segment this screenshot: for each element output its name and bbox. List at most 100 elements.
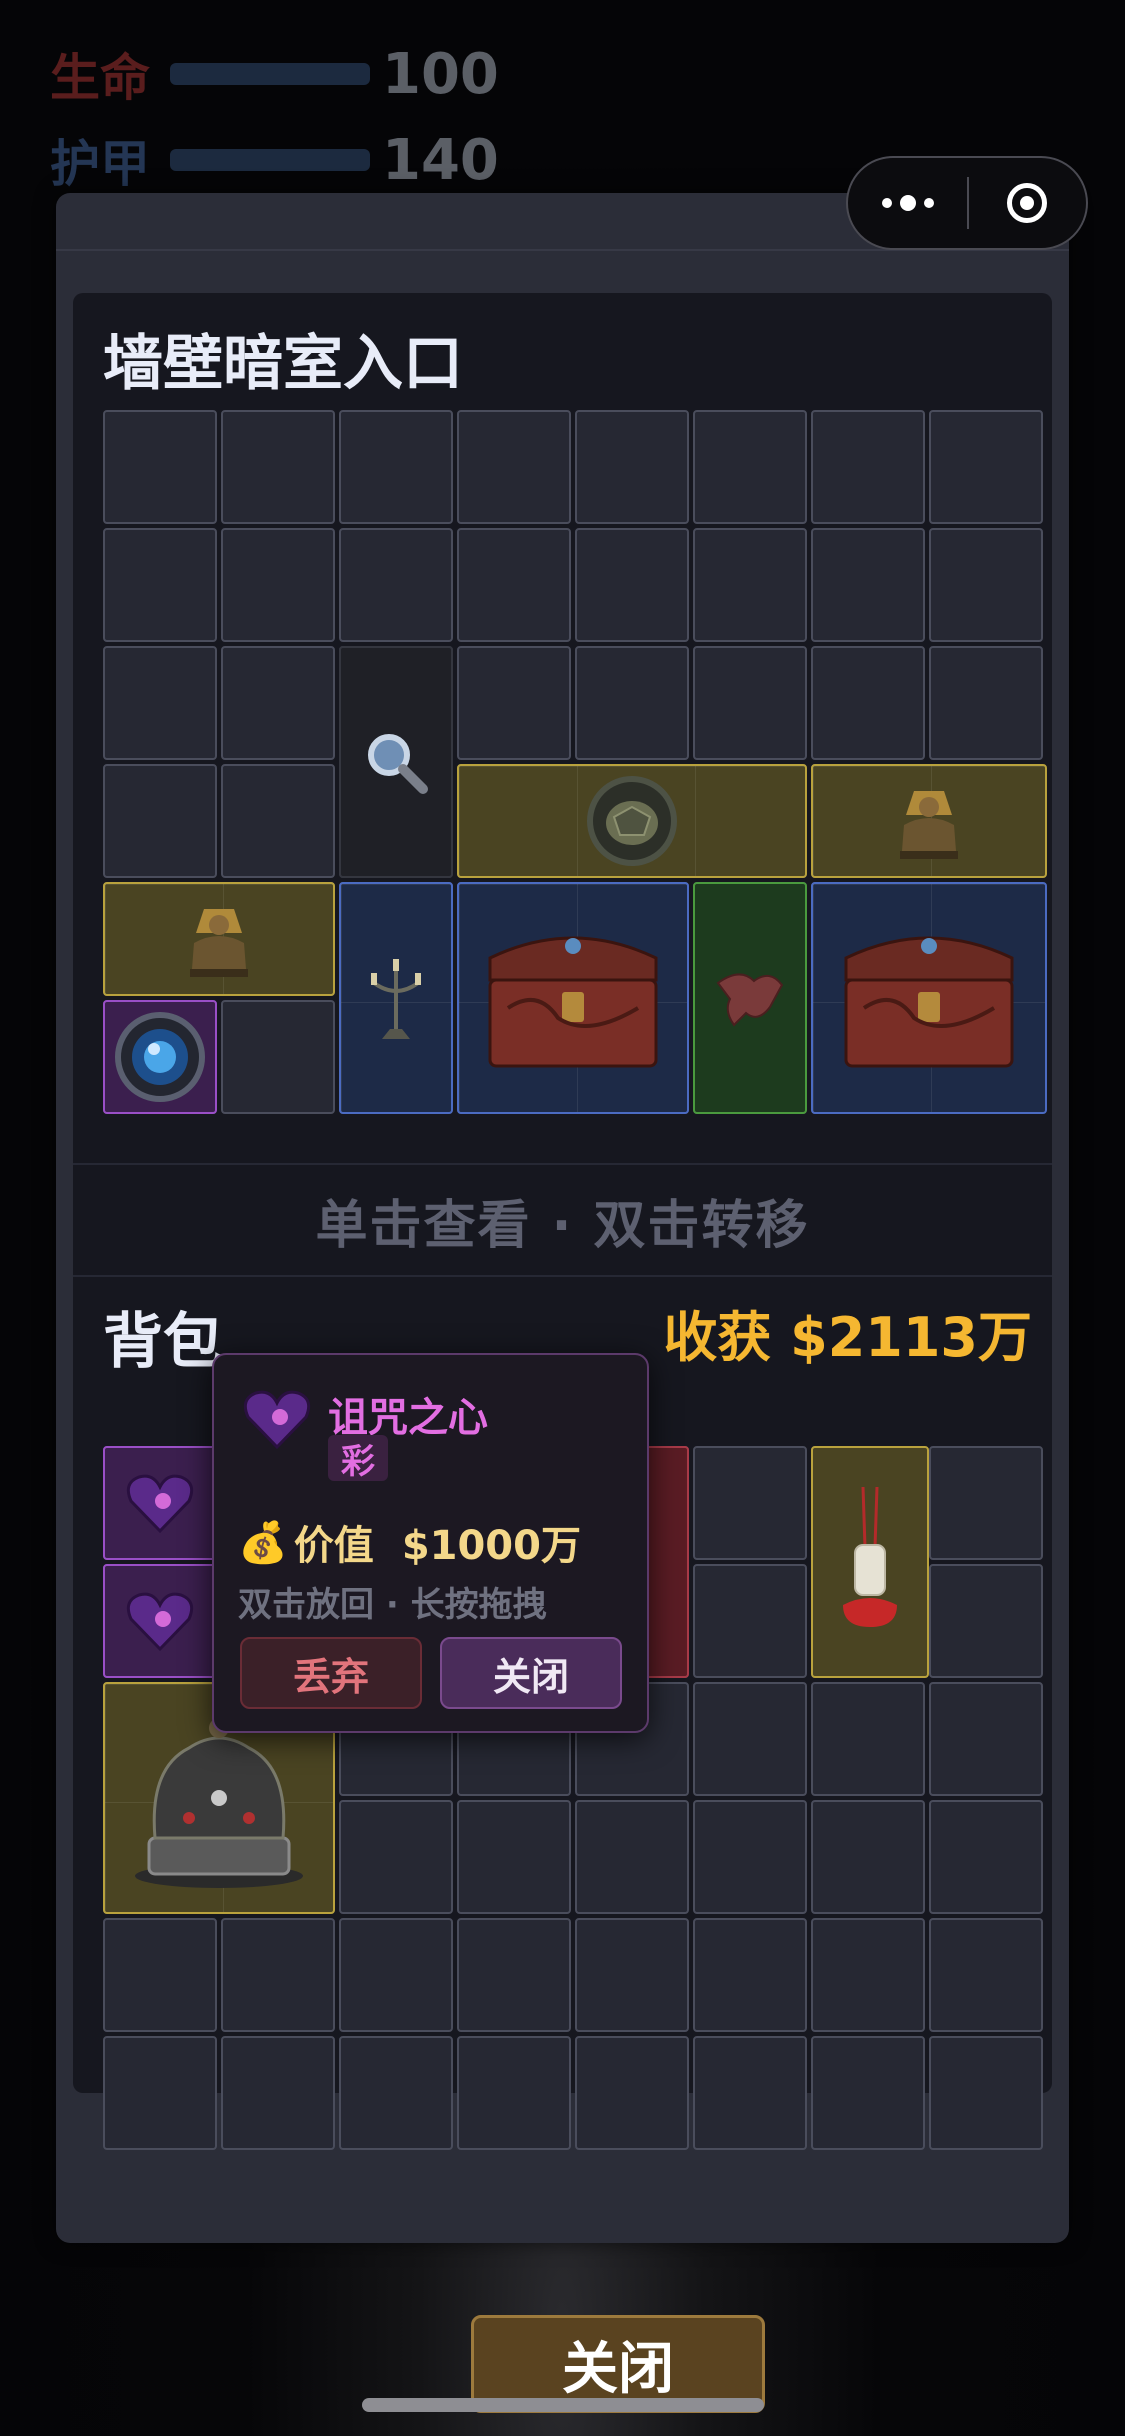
cursed-heart-icon	[126, 1474, 194, 1534]
grid-slot[interactable]	[811, 1918, 925, 2032]
value-label: 价值	[293, 1523, 374, 1569]
grid-slot[interactable]	[103, 1918, 217, 2032]
grid-slot[interactable]	[811, 1800, 925, 1914]
grid-slot[interactable]	[457, 1800, 571, 1914]
grid-slot[interactable]	[221, 2036, 335, 2150]
container-title: 墙壁暗室入口	[103, 329, 463, 399]
grid-slot[interactable]	[693, 1564, 807, 1678]
grid-slot[interactable]	[575, 1918, 689, 2032]
grid-slot[interactable]	[693, 646, 807, 760]
grid-slot[interactable]	[811, 1682, 925, 1796]
grid-slot[interactable]	[693, 1800, 807, 1914]
grid-slot[interactable]	[575, 410, 689, 524]
grid-slot[interactable]	[221, 1918, 335, 2032]
grid-slot[interactable]	[339, 410, 453, 524]
grid-slot[interactable]	[575, 2036, 689, 2150]
grid-slot[interactable]	[693, 1446, 807, 1560]
backpack-title: 背包	[103, 1307, 223, 1377]
turtle-shell-icon	[587, 776, 677, 866]
grid-slot[interactable]	[811, 646, 925, 760]
cursed-heart-icon	[243, 1390, 311, 1450]
item-pharaoh-statue[interactable]	[811, 764, 1047, 878]
miniprogram-capsule	[846, 156, 1088, 250]
item-cursed-heart[interactable]	[103, 1564, 217, 1678]
grid-slot[interactable]	[103, 646, 217, 760]
candelabra-icon	[371, 959, 421, 1039]
grid-slot[interactable]	[811, 528, 925, 642]
search-slot[interactable]	[339, 646, 453, 878]
grid-slot[interactable]	[575, 528, 689, 642]
item-candelabra[interactable]	[339, 882, 453, 1114]
grid-slot[interactable]	[811, 410, 925, 524]
grid-slot[interactable]	[929, 2036, 1043, 2150]
item-cloth-rag[interactable]	[693, 882, 807, 1114]
grid-slot[interactable]	[575, 1800, 689, 1914]
pharaoh-statue-icon	[190, 909, 248, 977]
grid-slot[interactable]	[575, 646, 689, 760]
rarity-badge: 彩	[328, 1435, 388, 1482]
grid-slot[interactable]	[103, 764, 217, 878]
item-crystal-orb[interactable]	[103, 1000, 217, 1114]
grid-slot[interactable]	[693, 410, 807, 524]
grid-slot[interactable]	[339, 2036, 453, 2150]
grid-slot[interactable]	[929, 1564, 1043, 1678]
grid-slot[interactable]	[811, 2036, 925, 2150]
grid-slot[interactable]	[693, 1918, 807, 2032]
grid-slot[interactable]	[457, 528, 571, 642]
grid-slot[interactable]	[103, 528, 217, 642]
grid-slot[interactable]	[693, 1682, 807, 1796]
money-bag-icon: 💰	[238, 1519, 288, 1566]
pharaoh-statue-icon	[900, 791, 958, 859]
grid-slot[interactable]	[457, 2036, 571, 2150]
discard-button[interactable]: 丢弃	[240, 1637, 422, 1709]
item-treasure-chest[interactable]	[457, 882, 689, 1114]
item-pharaoh-statue[interactable]	[103, 882, 335, 996]
grid-slot[interactable]	[221, 1000, 335, 1114]
loot-total: 收获 $2113万	[663, 1306, 1032, 1369]
grid-slot[interactable]	[693, 2036, 807, 2150]
item-turtle-shell[interactable]	[457, 764, 807, 878]
grid-slot[interactable]	[339, 1918, 453, 2032]
grid-slot[interactable]	[929, 1446, 1043, 1560]
hp-stat: 生命 100	[50, 42, 499, 108]
grid-slot[interactable]	[457, 646, 571, 760]
home-indicator[interactable]	[362, 2398, 764, 2412]
grid-slot[interactable]	[103, 410, 217, 524]
armor-stat: 护甲 140	[50, 127, 499, 194]
grid-slot[interactable]	[693, 528, 807, 642]
grid-slot[interactable]	[929, 410, 1043, 524]
armor-bar	[170, 149, 370, 171]
crystal-orb-icon	[115, 1012, 205, 1102]
popup-close-button[interactable]: 关闭	[440, 1637, 622, 1709]
hint-bar: 单击查看 · 双击转移	[73, 1163, 1052, 1277]
grid-slot[interactable]	[929, 528, 1043, 642]
item-treasure-chest[interactable]	[811, 882, 1047, 1114]
item-detail-popup: 诅咒之心 彩 💰 价值 $1000万 双击放回 · 长按拖拽 丢弃 关闭	[212, 1353, 649, 1733]
grid-slot[interactable]	[929, 1918, 1043, 2032]
grid-slot[interactable]	[339, 528, 453, 642]
hint-text: 单击查看 · 双击转移	[315, 1195, 810, 1256]
armor-label: 护甲	[50, 135, 150, 193]
grid-slot[interactable]	[929, 1800, 1043, 1914]
grid-slot[interactable]	[457, 410, 571, 524]
grid-slot[interactable]	[929, 646, 1043, 760]
more-dots-icon[interactable]	[848, 195, 967, 211]
magnifier-icon	[368, 734, 428, 794]
grid-slot[interactable]	[221, 410, 335, 524]
target-circle-icon[interactable]	[969, 183, 1086, 223]
armor-value: 140	[382, 127, 499, 193]
treasure-chest-icon	[844, 936, 1014, 1068]
hp-bar	[170, 63, 370, 85]
grid-slot[interactable]	[221, 646, 335, 760]
jade-pendant-icon	[843, 1487, 897, 1627]
grid-slot[interactable]	[103, 2036, 217, 2150]
item-cursed-heart[interactable]	[103, 1446, 217, 1560]
grid-slot[interactable]	[221, 764, 335, 878]
loot-panel: 墙壁暗室入口 单击查看 · 双击转移 背包 收获 $2113万 关闭	[56, 193, 1069, 2413]
grid-slot[interactable]	[221, 528, 335, 642]
grid-slot[interactable]	[929, 1682, 1043, 1796]
grid-slot[interactable]	[339, 1800, 453, 1914]
item-jade-pendant[interactable]	[811, 1446, 929, 1678]
hp-label: 生命	[50, 49, 150, 107]
grid-slot[interactable]	[457, 1918, 571, 2032]
